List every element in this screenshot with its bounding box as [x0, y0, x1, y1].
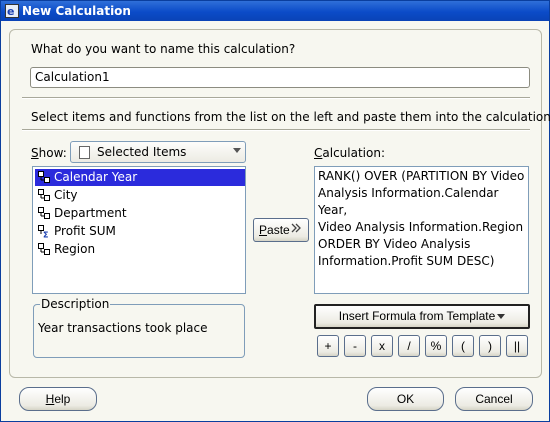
operator-percent-button[interactable]: %: [425, 335, 447, 357]
list-item[interactable]: Calendar Year: [35, 169, 245, 186]
help-button[interactable]: Help: [19, 387, 97, 411]
show-dropdown[interactable]: Selected Items: [70, 141, 246, 163]
insert-formula-button[interactable]: Insert Formula from Template: [314, 304, 530, 329]
calculation-line: ORDER BY Video Analysis: [318, 237, 471, 251]
operator-open-paren-button[interactable]: (: [452, 335, 474, 357]
operator-concat-button[interactable]: ||: [506, 335, 528, 357]
list-item[interactable]: Σ Profit SUM: [35, 223, 245, 240]
list-item-label: Department: [54, 206, 127, 220]
list-item-label: Calendar Year: [54, 170, 138, 184]
instructions-text: Select items and functions from the list…: [31, 110, 550, 124]
calculation-editor[interactable]: RANK() OVER (PARTITION BY Video Analysis…: [314, 166, 529, 294]
calculation-line: RANK() OVER (PARTITION BY Video: [318, 169, 525, 183]
document-stack-icon: [76, 146, 90, 162]
measure-sum-icon: Σ: [38, 225, 48, 239]
svg-text:e: e: [7, 5, 14, 18]
calculation-line: Video Analysis Information.Region: [318, 220, 524, 234]
description-box: Description Year transactions took place: [33, 297, 245, 358]
list-item-label: City: [54, 188, 78, 202]
new-calculation-dialog: e New Calculation What do you want to na…: [0, 0, 550, 422]
list-item-label: Profit SUM: [54, 224, 116, 238]
operator-minus-button[interactable]: -: [344, 335, 366, 357]
chevron-down-icon: [233, 148, 241, 153]
title-bar: e New Calculation: [1, 1, 549, 21]
calculation-label: Calculation:: [314, 146, 385, 160]
dimension-icon: [38, 243, 50, 255]
svg-text:Σ: Σ: [43, 231, 48, 239]
cancel-button-label: Cancel: [475, 392, 513, 406]
list-item-label: Region: [54, 242, 96, 256]
help-button-label: Help: [45, 392, 71, 406]
calculation-line: Analysis Information.Calendar Year,: [318, 186, 499, 217]
ok-button[interactable]: OK: [367, 387, 444, 411]
list-item[interactable]: Region: [35, 241, 245, 258]
list-item[interactable]: Department: [35, 205, 245, 222]
dropdown-arrow-icon: [497, 314, 506, 320]
paste-button[interactable]: Paste: [253, 218, 309, 242]
operator-close-paren-button[interactable]: ): [479, 335, 501, 357]
show-dropdown-value: Selected Items: [97, 145, 187, 159]
cancel-button[interactable]: Cancel: [455, 387, 533, 411]
dimension-icon: [38, 207, 50, 219]
calculation-name-input[interactable]: Calculation1: [30, 67, 530, 88]
description-title: Description: [40, 297, 111, 311]
window-title: New Calculation: [22, 4, 131, 18]
show-label: Show:: [31, 146, 67, 160]
app-icon: e: [5, 4, 19, 18]
dimension-icon: [38, 171, 50, 183]
operator-divide-button[interactable]: /: [398, 335, 420, 357]
name-prompt-label: What do you want to name this calculatio…: [31, 42, 296, 56]
calculation-line: Information.Profit SUM DESC): [318, 254, 495, 268]
items-list[interactable]: Calendar Year City Department Σ Profit S…: [32, 166, 246, 294]
dimension-icon: [38, 189, 50, 201]
separator-top: [22, 97, 530, 99]
separator-middle: [22, 129, 530, 131]
chevron-right-double-icon: [291, 223, 301, 233]
operator-multiply-button[interactable]: x: [371, 335, 393, 357]
paste-button-label: Paste: [259, 223, 290, 237]
list-item[interactable]: City: [35, 187, 245, 204]
ok-button-label: OK: [396, 392, 415, 406]
description-text: Year transactions took place: [38, 321, 208, 335]
operator-plus-button[interactable]: +: [317, 335, 339, 357]
insert-formula-button-label: Insert Formula from Template: [338, 309, 496, 323]
